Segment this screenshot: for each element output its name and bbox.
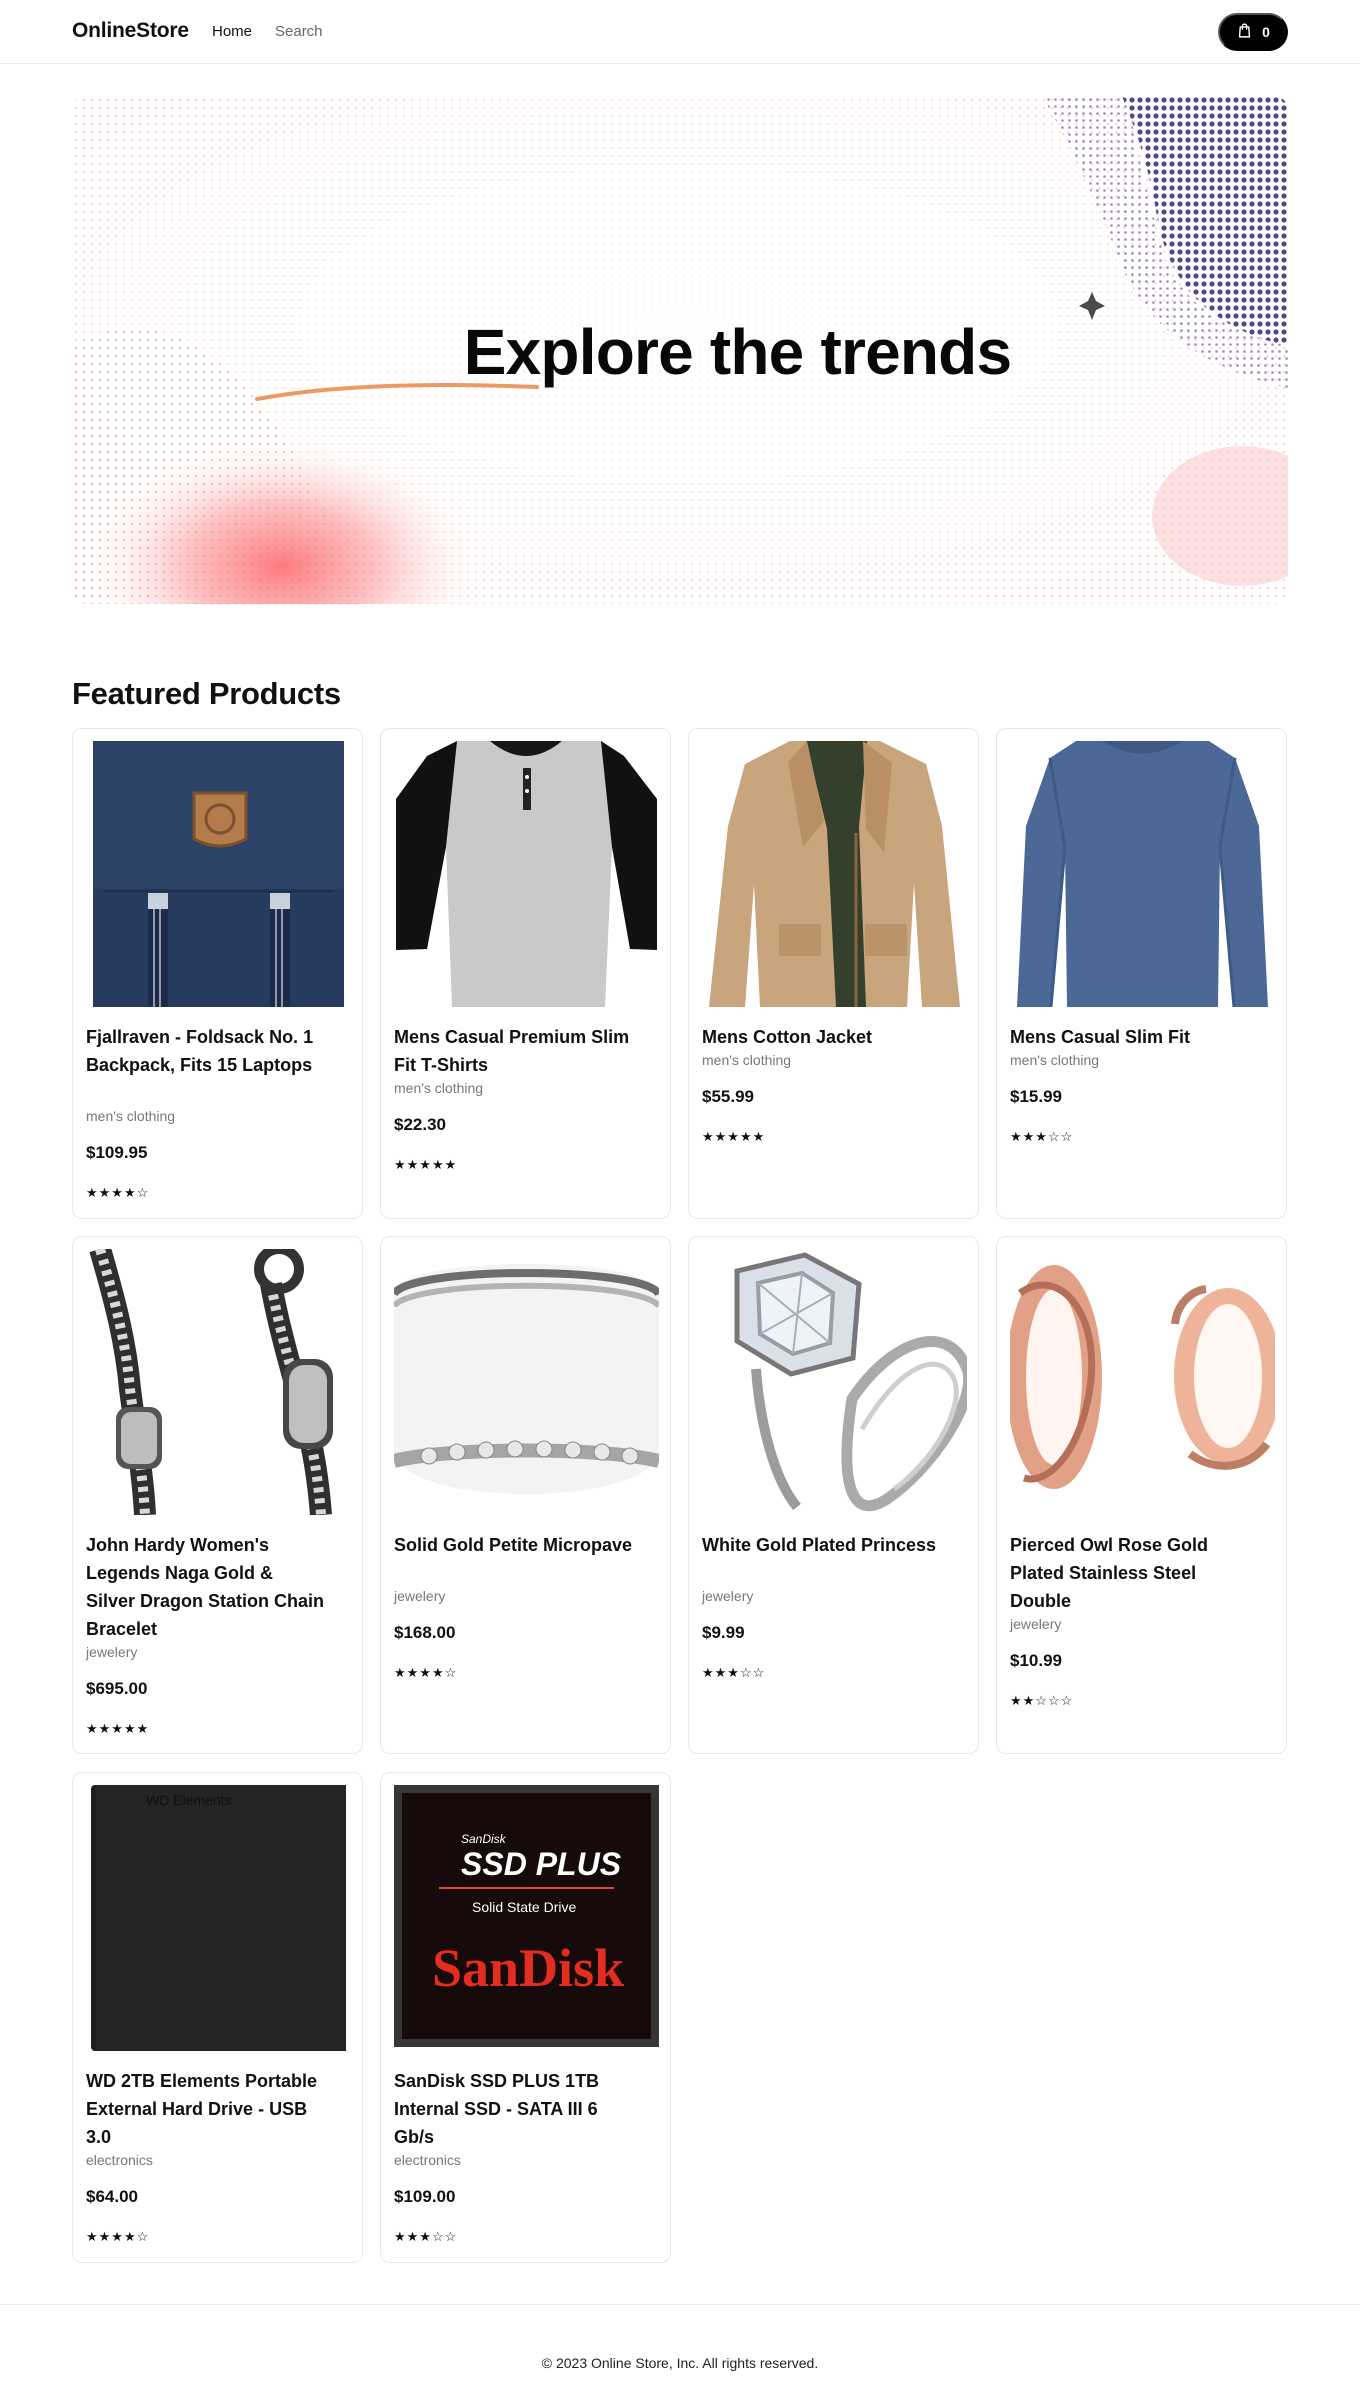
nav-home-link[interactable]: Home (212, 23, 252, 40)
product-image-jacket (702, 741, 967, 1007)
product-rating: ★★★☆☆ (1010, 1129, 1074, 1144)
hard-drive-label: WD Elements (146, 1792, 232, 1808)
product-category: jewelery (702, 1588, 754, 1604)
product-title[interactable]: Mens Cotton Jacket (702, 1023, 942, 1051)
product-category: men's clothing (702, 1052, 792, 1068)
product-title[interactable]: Solid Gold Petite Micropave (394, 1531, 634, 1559)
sandisk-logo: SanDisk (432, 1938, 624, 1998)
product-image-backpack (86, 741, 351, 1007)
product-card[interactable]: Fjallraven - Foldsack No. 1 Backpack, Fi… (72, 728, 363, 1219)
product-category: jewelery (86, 1644, 138, 1660)
product-card[interactable]: John Hardy Women's Legends Naga Gold & S… (72, 1236, 363, 1754)
product-rating: ★★★★☆ (394, 1665, 458, 1680)
product-image-ssd: SanDisk SSD PLUS Solid State Drive SanDi… (394, 1785, 659, 2051)
product-rating: ★★☆☆☆ (1010, 1693, 1074, 1708)
cart-count: 0 (1262, 24, 1270, 40)
copyright-text: © 2023 Online Store, Inc. All rights res… (541, 2355, 819, 2371)
product-title[interactable]: Pierced Owl Rose Gold Plated Stainless S… (1010, 1531, 1250, 1615)
product-image-tshirt (394, 741, 659, 1007)
nav-search-link[interactable]: Search (275, 23, 323, 40)
product-category: electronics (86, 2152, 153, 2168)
ssd-product-name: SSD PLUS (461, 1846, 622, 1882)
shopping-bag-icon (1236, 22, 1253, 42)
cart-button[interactable]: 0 (1218, 13, 1288, 51)
hero-banner: Explore the trends (72, 96, 1288, 604)
product-category: jewelery (394, 1588, 446, 1604)
product-category: men's clothing (394, 1080, 484, 1096)
product-category: men's clothing (86, 1108, 176, 1124)
product-price: $55.99 (702, 1087, 754, 1106)
product-title[interactable]: WD 2TB Elements Portable External Hard D… (86, 2067, 326, 2151)
product-title[interactable]: Fjallraven - Foldsack No. 1 Backpack, Fi… (86, 1023, 326, 1079)
product-price: $9.99 (702, 1623, 745, 1642)
product-image-bracelet (86, 1249, 351, 1515)
product-title[interactable]: SanDisk SSD PLUS 1TB Internal SSD - SATA… (394, 2067, 634, 2151)
product-price: $22.30 (394, 1115, 446, 1134)
product-rating: ★★★★☆ (86, 1185, 150, 1200)
product-card[interactable]: White Gold Plated Princess jewelery $9.9… (688, 1236, 979, 1754)
ssd-subtitle: Solid State Drive (472, 1899, 576, 1915)
product-price: $109.00 (394, 2187, 456, 2206)
product-price: $15.99 (1010, 1087, 1062, 1106)
store-logo[interactable]: OnlineStore (72, 19, 189, 43)
product-card[interactable]: Mens Cotton Jacket men's clothing $55.99… (688, 728, 979, 1219)
product-price: $109.95 (86, 1143, 148, 1162)
product-price: $64.00 (86, 2187, 138, 2206)
product-category: men's clothing (1010, 1052, 1100, 1068)
product-image-diamond-ring (702, 1249, 967, 1515)
ssd-brand-small: SanDisk (461, 1832, 507, 1846)
product-image-gold-ring (394, 1249, 659, 1515)
hero-title: Explore the trends (463, 316, 1012, 388)
product-image-longsleeve (1010, 741, 1275, 1007)
product-title[interactable]: White Gold Plated Princess (702, 1531, 942, 1559)
product-card[interactable]: WD Elements WD 2TB Elements Portable Ext… (72, 1772, 363, 2263)
product-title[interactable]: Mens Casual Slim Fit (1010, 1023, 1250, 1051)
product-price: $168.00 (394, 1623, 456, 1642)
product-category: jewelery (1010, 1616, 1062, 1632)
product-title[interactable]: John Hardy Women's Legends Naga Gold & S… (86, 1531, 326, 1643)
product-card[interactable]: Mens Casual Slim Fit men's clothing $15.… (996, 728, 1287, 1219)
product-price: $695.00 (86, 1679, 148, 1698)
site-footer: © 2023 Online Store, Inc. All rights res… (0, 2304, 1360, 2405)
product-card[interactable]: Solid Gold Petite Micropave jewelery $16… (380, 1236, 671, 1754)
product-rating: ★★★☆☆ (702, 1665, 766, 1680)
product-image-rose-gold-plugs (1010, 1249, 1275, 1515)
featured-products-title: Featured Products (72, 676, 341, 711)
product-rating: ★★★★★ (394, 1157, 458, 1172)
product-image-hard-drive: WD Elements (86, 1785, 351, 2051)
product-category: electronics (394, 2152, 461, 2168)
product-title[interactable]: Mens Casual Premium Slim Fit T-Shirts (394, 1023, 634, 1079)
product-card[interactable]: Mens Casual Premium Slim Fit T-Shirts me… (380, 728, 671, 1219)
product-rating: ★★★★☆ (86, 2229, 150, 2244)
product-card[interactable]: SanDisk SSD PLUS Solid State Drive SanDi… (380, 1772, 671, 2263)
product-price: $10.99 (1010, 1651, 1062, 1670)
product-rating: ★★★★★ (86, 1721, 150, 1736)
product-rating: ★★★★★ (702, 1129, 766, 1144)
product-card[interactable]: Pierced Owl Rose Gold Plated Stainless S… (996, 1236, 1287, 1754)
site-header: OnlineStore Home Search 0 (0, 0, 1360, 64)
product-rating: ★★★☆☆ (394, 2229, 458, 2244)
